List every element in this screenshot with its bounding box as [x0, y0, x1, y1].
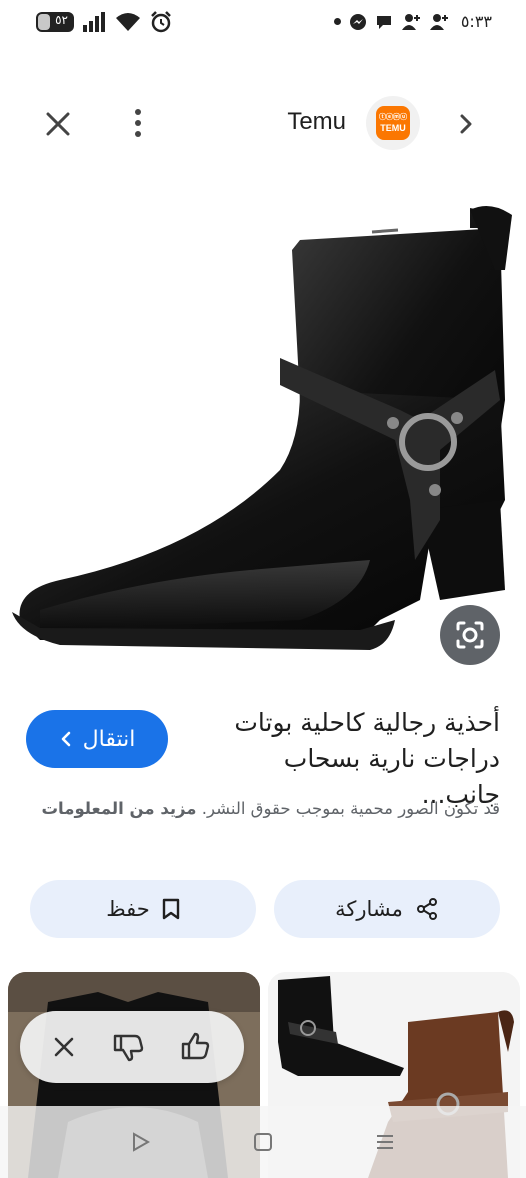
battery-level: ٥٢ [55, 13, 68, 27]
notification-dot-icon [333, 18, 341, 25]
visit-button[interactable]: انتقال [26, 710, 168, 768]
viewer-header: Temu ⓣⓔⓜⓤ TEMU [0, 90, 526, 156]
thumbs-up-icon[interactable] [179, 1030, 213, 1064]
more-options-icon[interactable] [126, 106, 150, 140]
more-info-link[interactable]: مزيد من المعلومات [41, 799, 196, 818]
close-feedback-icon[interactable] [51, 1034, 77, 1060]
status-bar: ٥٢ ٥:٣٣ [0, 0, 526, 46]
share-button[interactable]: مشاركة [274, 880, 500, 938]
status-right: ٥:٣٣ [333, 12, 492, 31]
signal-icon [83, 12, 105, 32]
visit-label: انتقال [82, 726, 136, 752]
temu-logo-mark: ⓣⓔⓜⓤ TEMU [376, 106, 410, 140]
save-label: حفظ [106, 897, 150, 921]
chevron-right-icon[interactable] [452, 110, 480, 138]
close-icon[interactable] [42, 108, 74, 140]
source-title[interactable]: Temu [287, 108, 346, 136]
battery-icon: ٥٢ [36, 12, 74, 32]
thumbs-down-icon[interactable] [111, 1030, 145, 1064]
add-person-icon [401, 13, 420, 30]
bookmark-icon [162, 898, 179, 920]
status-left: ٥٢ [36, 11, 172, 33]
copyright-notice: قد تكون الصور محمية بموجب حقوق النشر. مز… [26, 796, 500, 822]
temu-logo[interactable]: ⓣⓔⓜⓤ TEMU [366, 96, 420, 150]
chevron-left-icon [61, 731, 70, 747]
share-icon [416, 898, 437, 920]
messenger-icon [349, 13, 366, 30]
alarm-icon [151, 11, 171, 33]
lens-search-button[interactable] [440, 605, 500, 665]
save-button[interactable]: حفظ [30, 880, 256, 938]
product-image[interactable] [0, 180, 526, 680]
system-nav-bar [0, 1106, 526, 1178]
clock: ٥:٣٣ [460, 12, 492, 31]
add-person-icon-2 [429, 13, 448, 30]
copyright-text: قد تكون الصور محمية بموجب حقوق النشر. [201, 799, 500, 818]
lens-icon [456, 621, 484, 649]
back-nav-icon[interactable] [130, 1131, 152, 1153]
feedback-pill [20, 1011, 244, 1083]
wifi-icon [116, 13, 140, 31]
share-label: مشاركة [335, 897, 403, 921]
recents-nav-icon[interactable] [374, 1131, 396, 1153]
chat-bubble-icon [376, 15, 391, 29]
home-nav-icon[interactable] [252, 1131, 274, 1153]
